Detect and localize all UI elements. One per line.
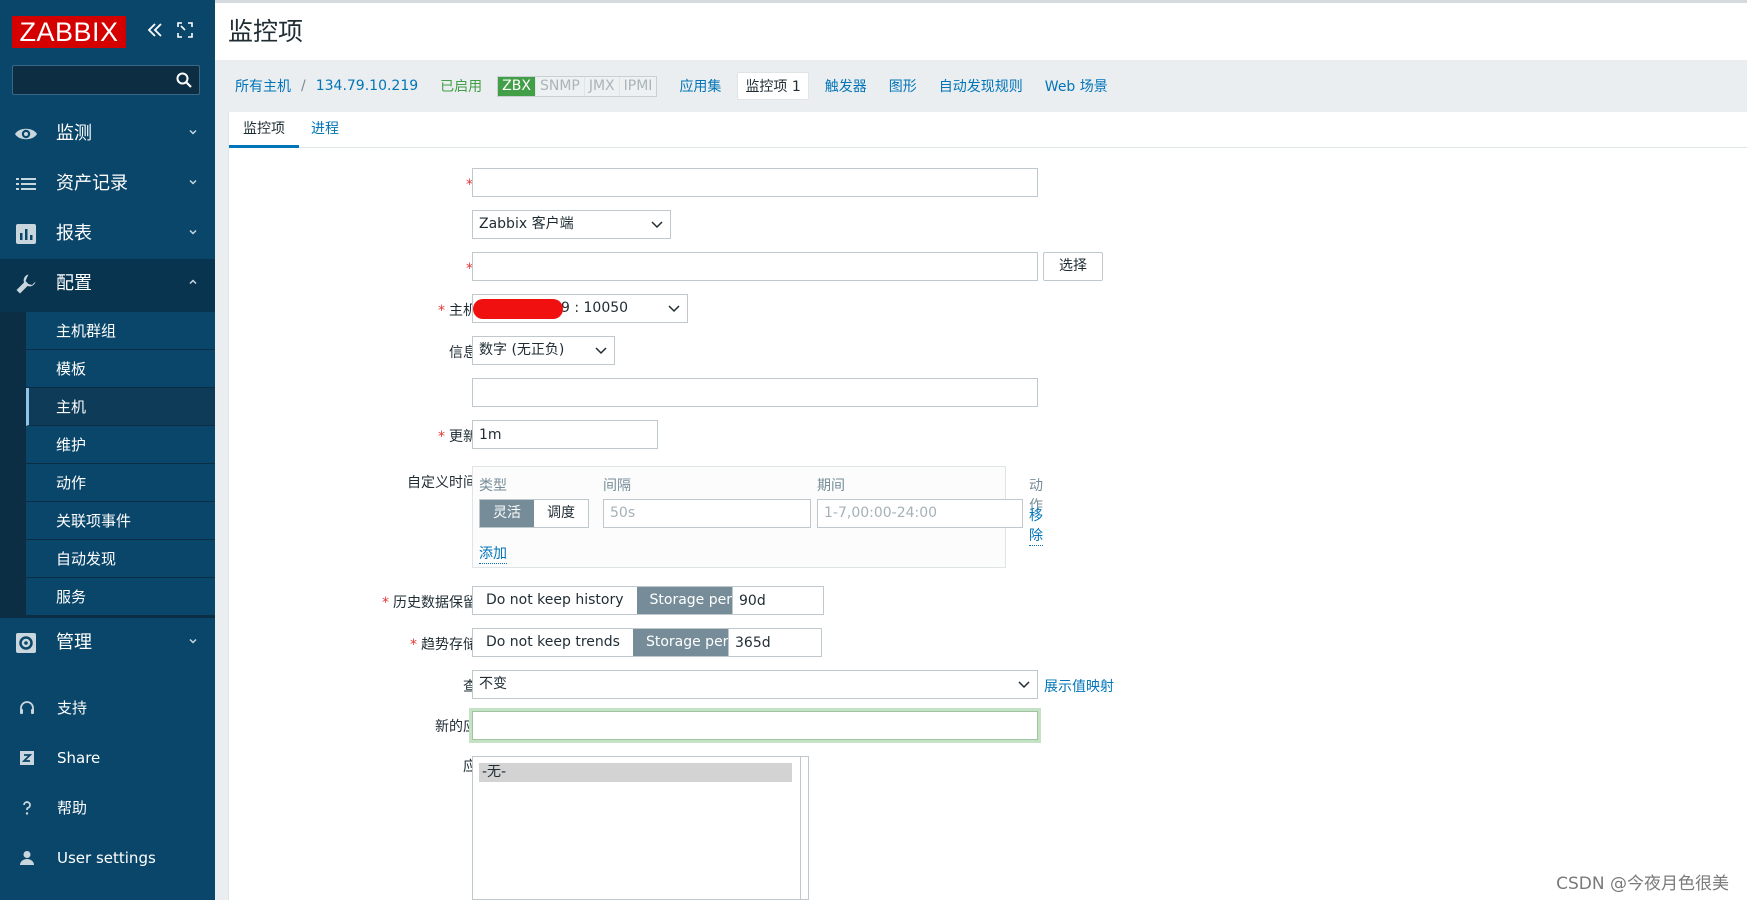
nav-graphs[interactable]: 图形 bbox=[889, 76, 917, 96]
period-input[interactable]: 1-7,00:00-24:00 bbox=[817, 499, 1023, 528]
trends-mode-toggle: Do not keep trends Storage period bbox=[472, 628, 764, 657]
bar-chart-icon bbox=[14, 222, 38, 246]
host-interface-select[interactable]: 9 : 10050 bbox=[472, 294, 688, 323]
history-do-not-keep[interactable]: Do not keep history bbox=[473, 587, 637, 614]
key-select-button[interactable]: 选择 bbox=[1043, 252, 1103, 281]
nav-applications[interactable]: 应用集 bbox=[679, 76, 721, 96]
submenu-item-services[interactable]: 服务 bbox=[26, 578, 215, 616]
submenu-item-discovery[interactable]: 自动发现 bbox=[26, 540, 215, 578]
trends-do-not-keep[interactable]: Do not keep trends bbox=[473, 629, 633, 656]
sidebar-search-input[interactable] bbox=[12, 65, 200, 95]
support-link[interactable]: 支持 bbox=[0, 686, 215, 730]
key-input[interactable] bbox=[472, 252, 1038, 281]
main-area: 监控项 所有主机 / 134.79.10.219 已启用 ZBX SNMP JM… bbox=[215, 0, 1747, 900]
application-option-none[interactable]: -无- bbox=[479, 763, 792, 782]
chevron-down-icon bbox=[187, 226, 199, 238]
help-link[interactable]: 帮助 bbox=[0, 786, 215, 830]
redacted-mark bbox=[473, 299, 563, 319]
remove-interval-link[interactable]: 移除 bbox=[1029, 505, 1043, 546]
history-mode-toggle: Do not keep history Storage period bbox=[472, 586, 768, 615]
chevron-down-icon bbox=[1018, 680, 1030, 690]
user-icon bbox=[18, 849, 36, 867]
watermark: CSDN @今夜月色很美 bbox=[1556, 874, 1729, 894]
units-input[interactable] bbox=[472, 378, 1038, 407]
eye-icon bbox=[14, 122, 38, 146]
zabbix-logo[interactable]: ZABBIX bbox=[12, 16, 126, 48]
update-interval-input[interactable] bbox=[472, 420, 658, 449]
trends-period-input[interactable] bbox=[728, 628, 822, 657]
headset-icon bbox=[18, 699, 36, 717]
interface-zbx-badge: ZBX bbox=[498, 76, 536, 96]
submenu-item-templates[interactable]: 模板 bbox=[26, 350, 215, 388]
menu-item-monitoring[interactable]: 监测 bbox=[0, 109, 215, 159]
submenu-item-hosts[interactable]: 主机 bbox=[26, 388, 215, 426]
form-tabs: 监控项 进程 bbox=[229, 112, 1747, 148]
custom-intervals-table: 类型 间隔 期间 动作 灵活 调度 50s 1-7,00:00-24:00 移除… bbox=[472, 466, 1043, 568]
submenu-item-actions[interactable]: 动作 bbox=[26, 464, 215, 502]
chevron-down-icon bbox=[595, 346, 607, 356]
nav-web-scenarios[interactable]: Web 场景 bbox=[1045, 76, 1108, 96]
chevron-up-icon bbox=[187, 276, 199, 288]
col-interval-header: 间隔 bbox=[603, 478, 631, 494]
breadcrumb-all-hosts[interactable]: 所有主机 bbox=[235, 76, 291, 96]
menu-item-reports[interactable]: 报表 bbox=[0, 209, 215, 259]
col-period-header: 期间 bbox=[817, 478, 845, 494]
chevron-down-icon bbox=[651, 220, 663, 230]
name-input[interactable] bbox=[472, 168, 1038, 197]
collapse-sidebar-icon[interactable] bbox=[146, 21, 164, 39]
chevron-down-icon bbox=[187, 176, 199, 188]
list-icon bbox=[14, 172, 38, 196]
applications-listbox[interactable]: -无- bbox=[472, 756, 809, 900]
interval-input[interactable]: 50s bbox=[603, 499, 811, 528]
share-link[interactable]: Share bbox=[0, 736, 215, 780]
chevron-down-icon bbox=[187, 126, 199, 138]
breadcrumb: 所有主机 / 134.79.10.219 已启用 ZBX SNMP JMX IP… bbox=[215, 60, 1747, 112]
search-icon[interactable] bbox=[175, 71, 193, 89]
nav-triggers[interactable]: 触发器 bbox=[825, 76, 867, 96]
help-icon bbox=[18, 799, 36, 817]
type-select[interactable]: Zabbix 客户端 bbox=[472, 210, 671, 239]
menu-item-configuration[interactable]: 配置 bbox=[0, 259, 215, 312]
chevron-down-icon bbox=[187, 635, 199, 647]
show-value-mappings-link[interactable]: 展示值映射 bbox=[1044, 676, 1114, 696]
menu-item-administration[interactable]: 管理 bbox=[0, 618, 215, 668]
interval-type-toggle: 灵活 调度 bbox=[479, 499, 589, 528]
add-interval-link[interactable]: 添加 bbox=[479, 543, 507, 564]
nav-items[interactable]: 监控项 1 bbox=[737, 72, 809, 100]
submenu-item-host-groups[interactable]: 主机群组 bbox=[26, 312, 215, 350]
new-application-input[interactable] bbox=[469, 708, 1041, 743]
interface-availability: ZBX SNMP JMX IPMI bbox=[497, 75, 658, 97]
interface-ipmi-badge: IPMI bbox=[619, 76, 657, 96]
interval-type-scheduling[interactable]: 调度 bbox=[534, 500, 588, 527]
chevron-down-icon bbox=[668, 304, 680, 314]
tab-item[interactable]: 监控项 bbox=[229, 112, 299, 148]
sidebar: ZABBIX 监测 资产记录 报表 配置 主机群组 模板 主机 维护 动作 关联… bbox=[0, 0, 215, 900]
submenu-item-event-correlation[interactable]: 关联项事件 bbox=[26, 502, 215, 540]
kiosk-mode-icon[interactable] bbox=[176, 21, 194, 39]
submenu-item-maintenance[interactable]: 维护 bbox=[26, 426, 215, 464]
breadcrumb-host[interactable]: 134.79.10.219 bbox=[316, 78, 418, 94]
nav-discovery-rules[interactable]: 自动发现规则 bbox=[939, 76, 1023, 96]
page-header: 监控项 bbox=[215, 3, 1747, 60]
interface-jmx-badge: JMX bbox=[584, 76, 620, 96]
listbox-scrollbar[interactable] bbox=[800, 757, 808, 899]
user-settings-link[interactable]: User settings bbox=[0, 836, 215, 880]
gear-icon bbox=[14, 631, 38, 655]
history-period-input[interactable] bbox=[732, 586, 824, 615]
wrench-icon bbox=[14, 272, 38, 296]
page-title: 监控项 bbox=[228, 17, 304, 46]
menu-item-inventory[interactable]: 资产记录 bbox=[0, 159, 215, 209]
item-form-container: 监控项 进程 *名称 类型 Zabbix 客户端 *键值 选择 *主机接口 9 … bbox=[228, 112, 1747, 900]
show-value-select[interactable]: 不变 bbox=[472, 670, 1038, 699]
info-type-select[interactable]: 数字 (无正负) bbox=[472, 336, 615, 365]
configuration-submenu: 主机群组 模板 主机 维护 动作 关联项事件 自动发现 服务 bbox=[0, 312, 215, 618]
share-z-icon bbox=[18, 749, 36, 767]
tab-preprocessing[interactable]: 进程 bbox=[311, 112, 339, 148]
interval-type-flexible[interactable]: 灵活 bbox=[480, 500, 534, 527]
col-type-header: 类型 bbox=[479, 478, 507, 494]
host-status-enabled[interactable]: 已启用 bbox=[440, 76, 482, 96]
breadcrumb-separator: / bbox=[301, 78, 306, 94]
interface-snmp-badge: SNMP bbox=[535, 76, 585, 96]
